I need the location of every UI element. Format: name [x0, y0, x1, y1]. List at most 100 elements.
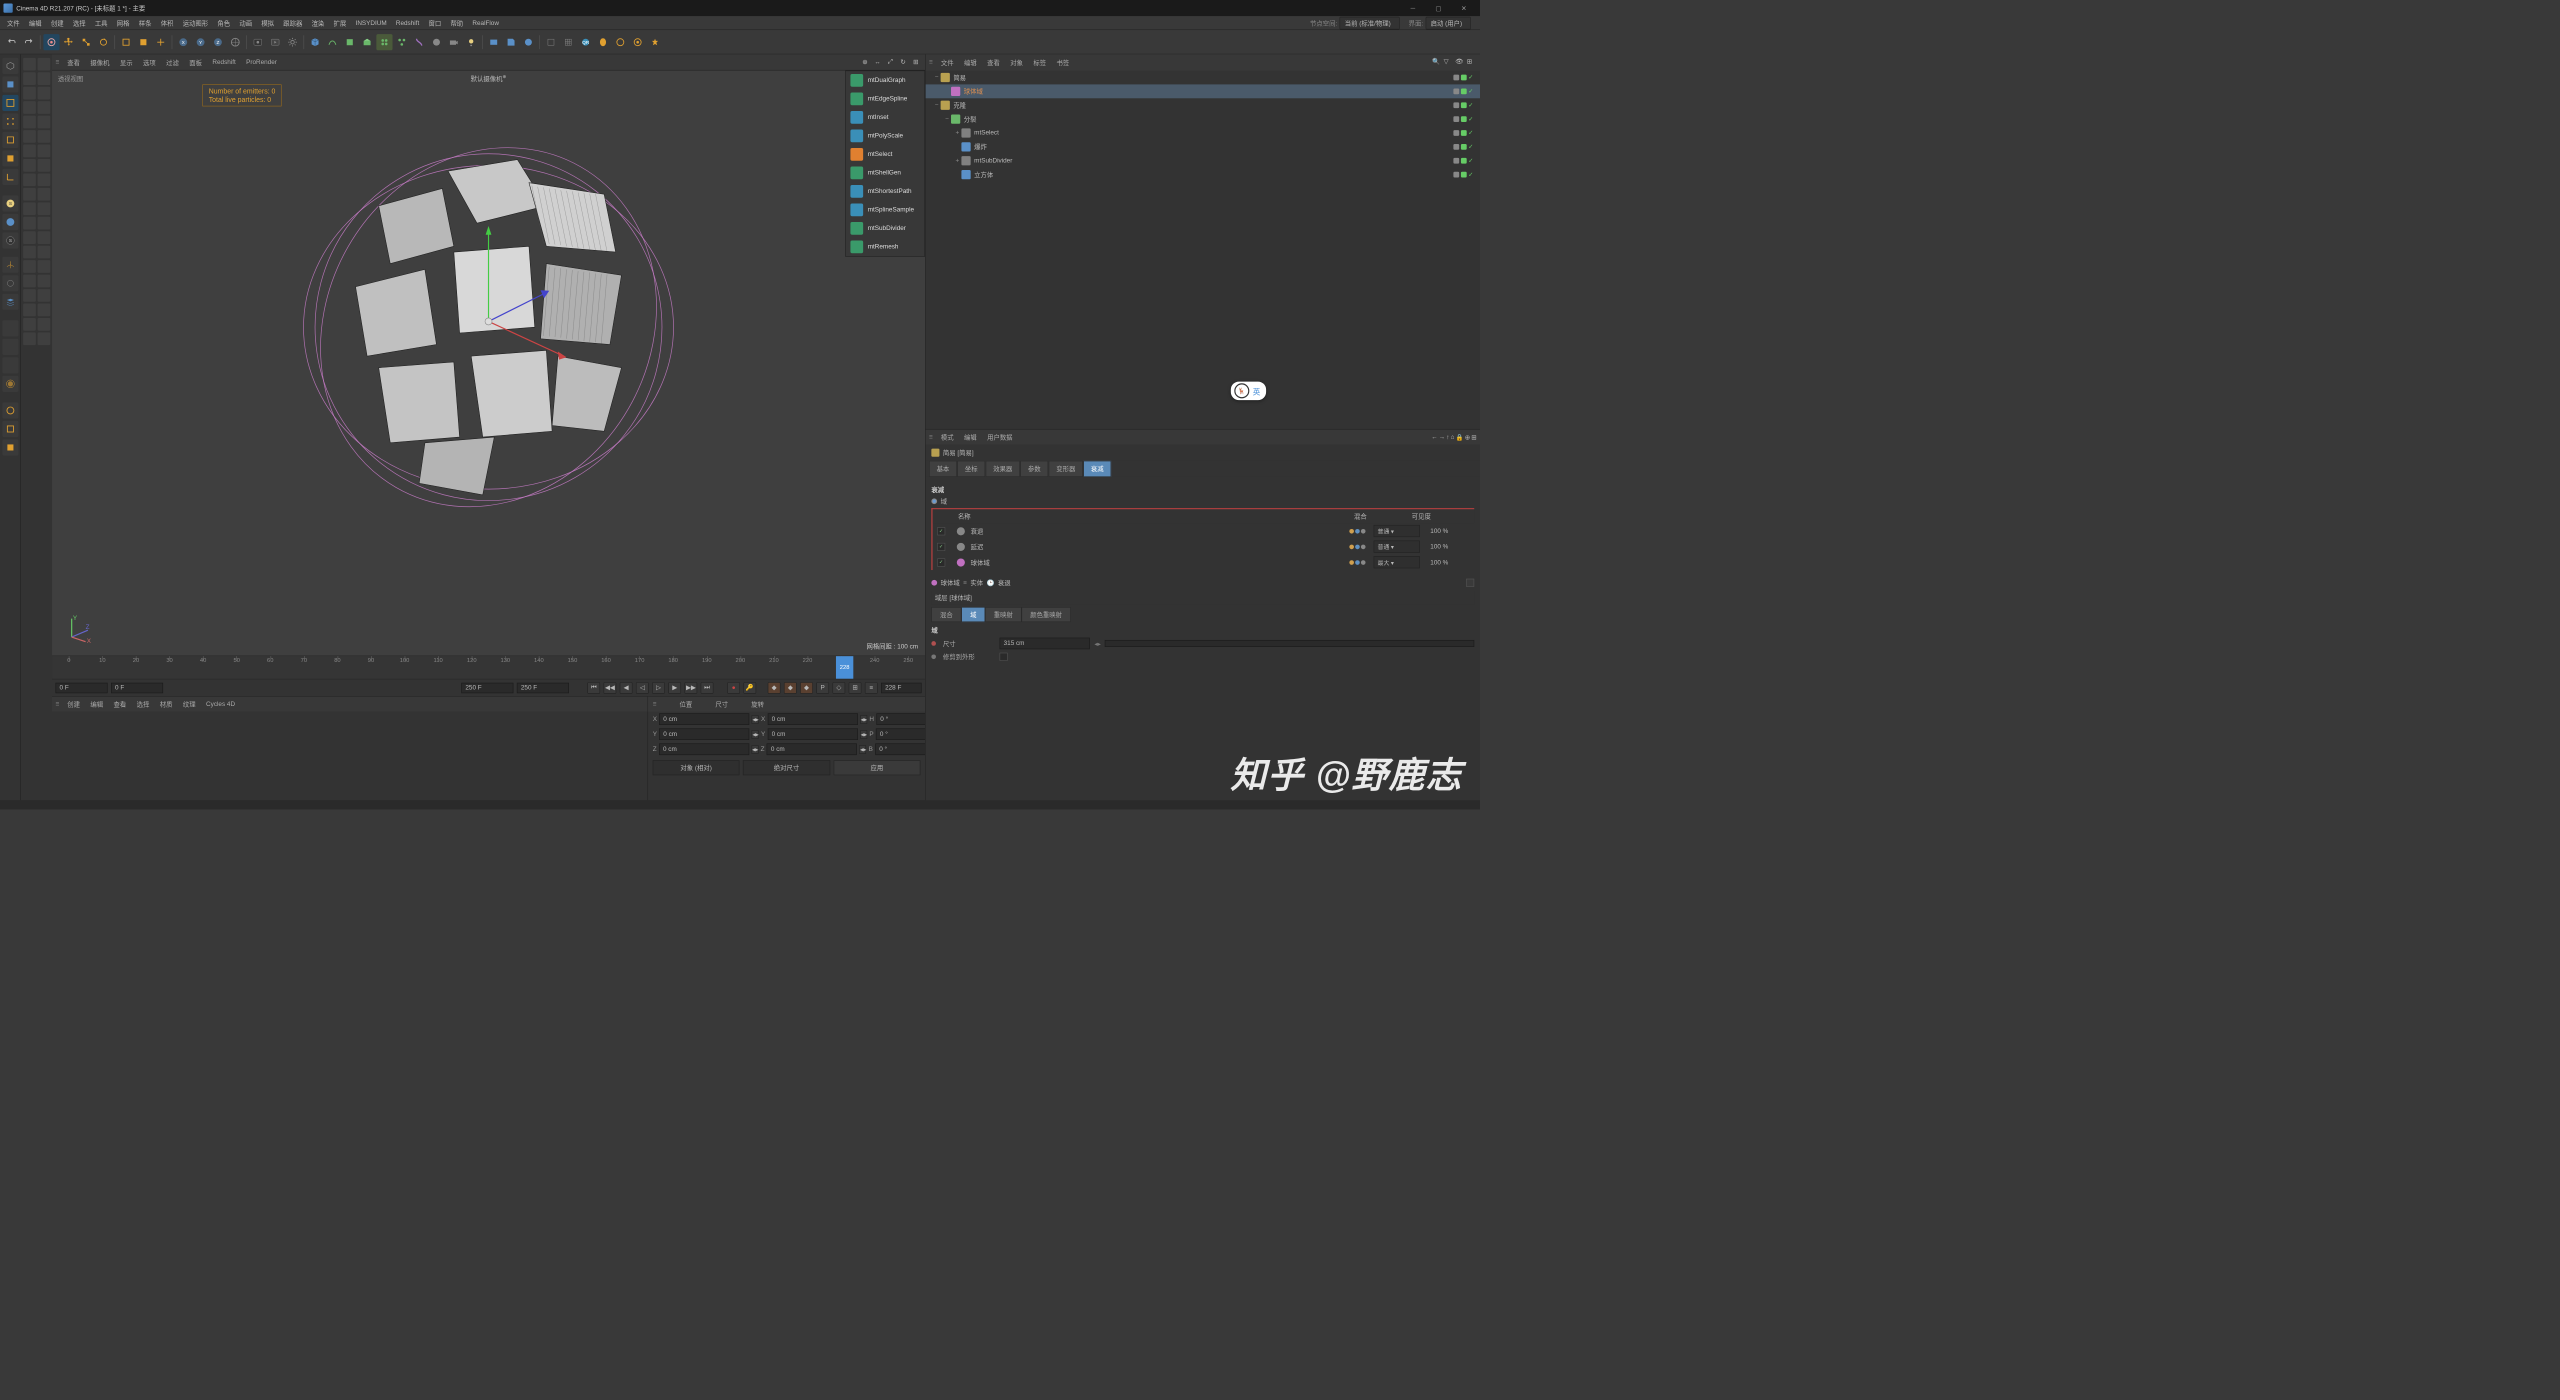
snap-o-button[interactable] — [2, 214, 18, 230]
live-select-button[interactable] — [43, 34, 59, 50]
k7-button[interactable]: ≡ — [865, 682, 878, 694]
matmenu-6[interactable]: Cycles 4D — [201, 698, 239, 710]
misc4-button[interactable] — [595, 34, 611, 50]
point-mode-button[interactable] — [2, 113, 18, 129]
vp-btn1[interactable]: ⊕ — [860, 58, 870, 67]
misc5-button[interactable] — [612, 34, 628, 50]
k5-button[interactable]: ◇ — [833, 682, 846, 694]
vpmenu-3[interactable]: 选项 — [138, 55, 160, 69]
attrmenu-0[interactable]: 模式 — [936, 430, 958, 444]
tool-b-button[interactable] — [135, 34, 151, 50]
obj-eye-icon[interactable]: 👁 — [1455, 58, 1464, 67]
tool-a-button[interactable] — [118, 34, 134, 50]
move-ax2-button[interactable] — [2, 339, 18, 355]
deformer-button[interactable] — [411, 34, 427, 50]
light-button[interactable] — [463, 34, 479, 50]
undo-button[interactable] — [3, 34, 19, 50]
mt-mtShellGen[interactable]: mtShellGen — [846, 164, 925, 183]
menu-13[interactable]: 渲染 — [307, 16, 329, 30]
texture-mode-button[interactable] — [2, 76, 18, 92]
cloner-button[interactable] — [376, 34, 392, 50]
menu-19[interactable]: RealFlow — [468, 17, 504, 29]
attr-home-icon[interactable]: ⌂ — [1451, 434, 1455, 441]
sel3-button[interactable] — [2, 439, 18, 455]
mt-mtPolyScale[interactable]: mtPolyScale — [846, 127, 925, 146]
vp-btn5[interactable]: ⊞ — [911, 58, 921, 67]
menu-10[interactable]: 动画 — [235, 16, 257, 30]
render-pv-button[interactable] — [267, 34, 283, 50]
goto-end-button[interactable]: ⏭ — [701, 682, 714, 694]
menu-5[interactable]: 网格 — [112, 16, 134, 30]
mt-mtSelect[interactable]: mtSelect — [846, 145, 925, 164]
axis-button[interactable] — [2, 257, 18, 273]
goto-start-button[interactable]: ⏮ — [587, 682, 600, 694]
uv-mode-button[interactable] — [2, 169, 18, 185]
objmenu-1[interactable]: 编辑 — [959, 56, 981, 70]
perspective-viewport[interactable]: 透视视图 默认摄像机⊕ Number of emitters: 0 Total … — [52, 71, 925, 656]
timeline-start-field[interactable] — [56, 682, 108, 692]
objmenu-3[interactable]: 对象 — [1006, 56, 1028, 70]
prev-key-button[interactable]: ◀◀ — [604, 682, 617, 694]
subtab-1[interactable]: 域 — [961, 607, 985, 622]
coord-mode-select[interactable]: 对象 (相对) — [653, 760, 740, 775]
field-row-0[interactable]: ✓衰退普通 ▾100 % — [933, 523, 1475, 539]
obj-max-icon[interactable]: ⊞ — [1467, 58, 1476, 67]
menu-7[interactable]: 体积 — [156, 16, 178, 30]
close-button[interactable]: ✕ — [1451, 0, 1476, 16]
timeline-playhead[interactable]: 228 — [836, 656, 853, 679]
minimize-button[interactable]: ─ — [1400, 0, 1425, 16]
autokey-button[interactable]: 🔑 — [743, 682, 756, 694]
mt-mtDualGraph[interactable]: mtDualGraph — [846, 71, 925, 90]
attr-back-icon[interactable]: ← — [1431, 434, 1437, 441]
attr-tab-1[interactable]: 坐标 — [957, 461, 985, 477]
obj-row-2[interactable]: −克隆✓ — [926, 98, 1480, 112]
obj-row-3[interactable]: −分裂✓ — [926, 112, 1480, 126]
sel1-button[interactable] — [2, 402, 18, 418]
menu-1[interactable]: 编辑 — [24, 16, 46, 30]
subtab-0[interactable]: 混合 — [931, 607, 961, 622]
generator-button[interactable] — [342, 34, 358, 50]
camera-button[interactable] — [446, 34, 462, 50]
obj-filter-icon[interactable]: ▽ — [1444, 58, 1453, 67]
rec-key-button[interactable]: ● — [727, 682, 740, 694]
timeline-end-field[interactable] — [517, 682, 569, 692]
material-area[interactable] — [52, 712, 647, 800]
subtab-3[interactable]: 颜色重映射 — [1022, 607, 1071, 622]
next-key-button[interactable]: ▶▶ — [685, 682, 698, 694]
clip-checkbox[interactable] — [1000, 653, 1008, 661]
attr-tab-2[interactable]: 效果器 — [986, 461, 1020, 477]
attr-up-icon[interactable]: ↑ — [1446, 434, 1449, 441]
attr-max-icon[interactable]: ⊞ — [1471, 433, 1476, 441]
timeline-ruler[interactable]: 0102030405060708090100110120130140150160… — [52, 656, 925, 679]
attr-tab-5[interactable]: 衰减 — [1083, 461, 1111, 477]
matmenu-5[interactable]: 纹理 — [178, 697, 200, 711]
vpmenu-6[interactable]: Redshift — [208, 56, 241, 68]
x-axis-button[interactable]: X — [175, 34, 191, 50]
mt-mtShortestPath[interactable]: mtShortestPath — [846, 182, 925, 201]
subtab-2[interactable]: 重映射 — [985, 607, 1021, 622]
menu-11[interactable]: 模拟 — [257, 16, 279, 30]
move-tool-button[interactable] — [61, 34, 77, 50]
scale-tool-button[interactable] — [78, 34, 94, 50]
menu-6[interactable]: 样条 — [134, 16, 156, 30]
menu-14[interactable]: 扩展 — [329, 16, 351, 30]
layout-combo[interactable]: 启动 (用户) — [1425, 16, 1470, 29]
next-frame-button[interactable]: ▶ — [668, 682, 681, 694]
cube-prim-button[interactable] — [307, 34, 323, 50]
z-axis-button[interactable]: Z — [210, 34, 226, 50]
mt-mtEdgeSpline[interactable]: mtEdgeSpline — [846, 90, 925, 109]
mt-mtRemesh[interactable]: mtRemesh — [846, 238, 925, 257]
matmenu-1[interactable]: 编辑 — [86, 697, 108, 711]
bc-pin-icon[interactable] — [1466, 579, 1474, 587]
vpmenu-4[interactable]: 过滤 — [162, 55, 184, 69]
menu-2[interactable]: 创建 — [46, 16, 68, 30]
matmenu-3[interactable]: 选择 — [132, 697, 154, 711]
vpmenu-5[interactable]: 面板 — [185, 55, 207, 69]
size-slider[interactable] — [1105, 640, 1474, 647]
snap-s-button[interactable]: S — [2, 195, 18, 211]
wp-button[interactable] — [2, 357, 18, 373]
misc2-button[interactable] — [560, 34, 576, 50]
objmenu-4[interactable]: 标签 — [1029, 56, 1051, 70]
menu-3[interactable]: 选择 — [68, 16, 90, 30]
menu-8[interactable]: 运动图形 — [178, 16, 213, 30]
